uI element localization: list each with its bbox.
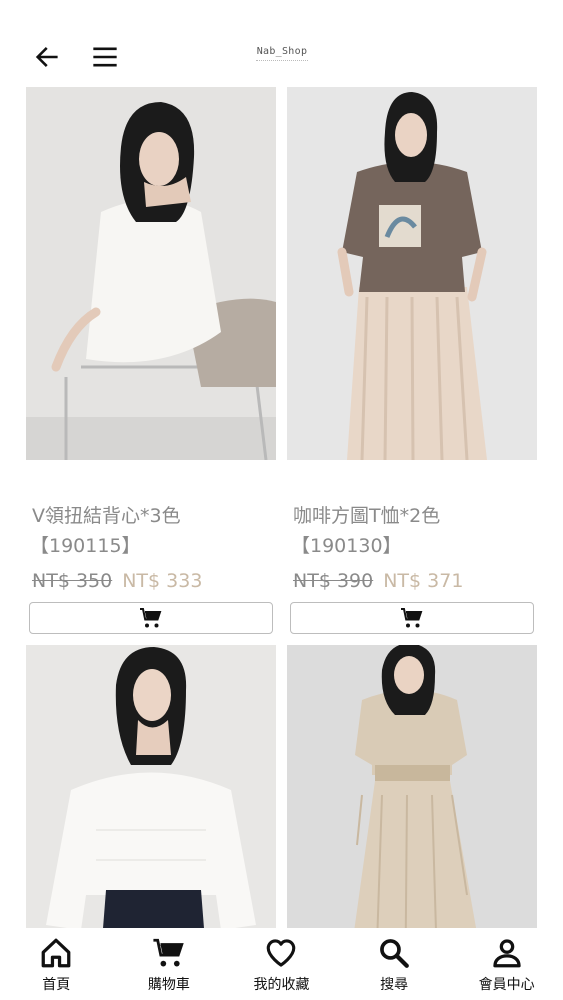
product-prices: NT$ 350 NT$ 333 [26,567,276,595]
shop-logo[interactable]: Nab_Shop [232,46,332,62]
nav-item-home[interactable]: 首頁 [0,928,113,1000]
nav-label: 購物車 [147,977,190,993]
shopping-cart-icon [401,608,423,628]
heart-icon [267,939,296,967]
nav-item-favorites[interactable]: 我的收藏 [225,928,338,1000]
nav-label: 搜尋 [380,977,409,993]
sale-price: NT$ 333 [122,570,203,592]
product-image[interactable] [26,645,276,928]
product-card[interactable] [287,645,537,928]
arrow-left-icon [35,47,58,67]
top-bar: Nab_Shop [0,0,563,86]
nav-label: 首頁 [42,977,71,993]
search-icon [380,939,409,968]
original-price: NT$ 390 [293,570,374,592]
original-price: NT$ 350 [32,570,113,592]
user-icon [493,939,521,968]
sale-price: NT$ 371 [383,570,464,592]
product-name[interactable]: V領扭結背心*3色 [26,502,276,530]
back-button[interactable] [27,37,67,77]
product-card[interactable] [26,645,276,928]
product-prices: NT$ 390 NT$ 371 [287,567,537,595]
product-name[interactable]: 咖啡方圖T恤*2色 [287,502,537,530]
nav-label: 我的收藏 [253,977,310,993]
home-icon [41,938,71,968]
product-image[interactable] [287,87,537,460]
add-to-cart-button[interactable] [29,602,273,634]
shopping-cart-icon [140,608,162,628]
product-code: 【190130】 [291,535,402,557]
add-to-cart-button[interactable] [290,602,534,634]
nav-item-cart[interactable]: 購物車 [113,928,226,1000]
hamburger-menu-icon [93,47,117,67]
shop-logo-text: Nab_Shop [256,46,308,57]
product-grid: V領扭結背心*3色 【190115】 NT$ 350 NT$ 333 咖啡方圖T… [0,86,563,928]
product-image[interactable] [287,645,537,928]
product-code: 【190115】 [30,535,141,557]
nav-item-member[interactable]: 會員中心 [450,928,563,1000]
menu-button[interactable] [85,37,125,77]
product-image[interactable] [26,87,276,460]
product-card[interactable]: V領扭結背心*3色 【190115】 NT$ 350 NT$ 333 [26,87,276,634]
nav-item-search[interactable]: 搜尋 [338,928,451,1000]
shopping-cart-icon [153,938,184,967]
bottom-nav: 首頁 購物車 我的收藏 搜尋 會員中心 [0,928,563,1000]
logo-tagline-decoration [256,60,308,62]
product-card[interactable]: 咖啡方圖T恤*2色 【190130】 NT$ 390 NT$ 371 [287,87,537,634]
nav-label: 會員中心 [478,977,535,993]
